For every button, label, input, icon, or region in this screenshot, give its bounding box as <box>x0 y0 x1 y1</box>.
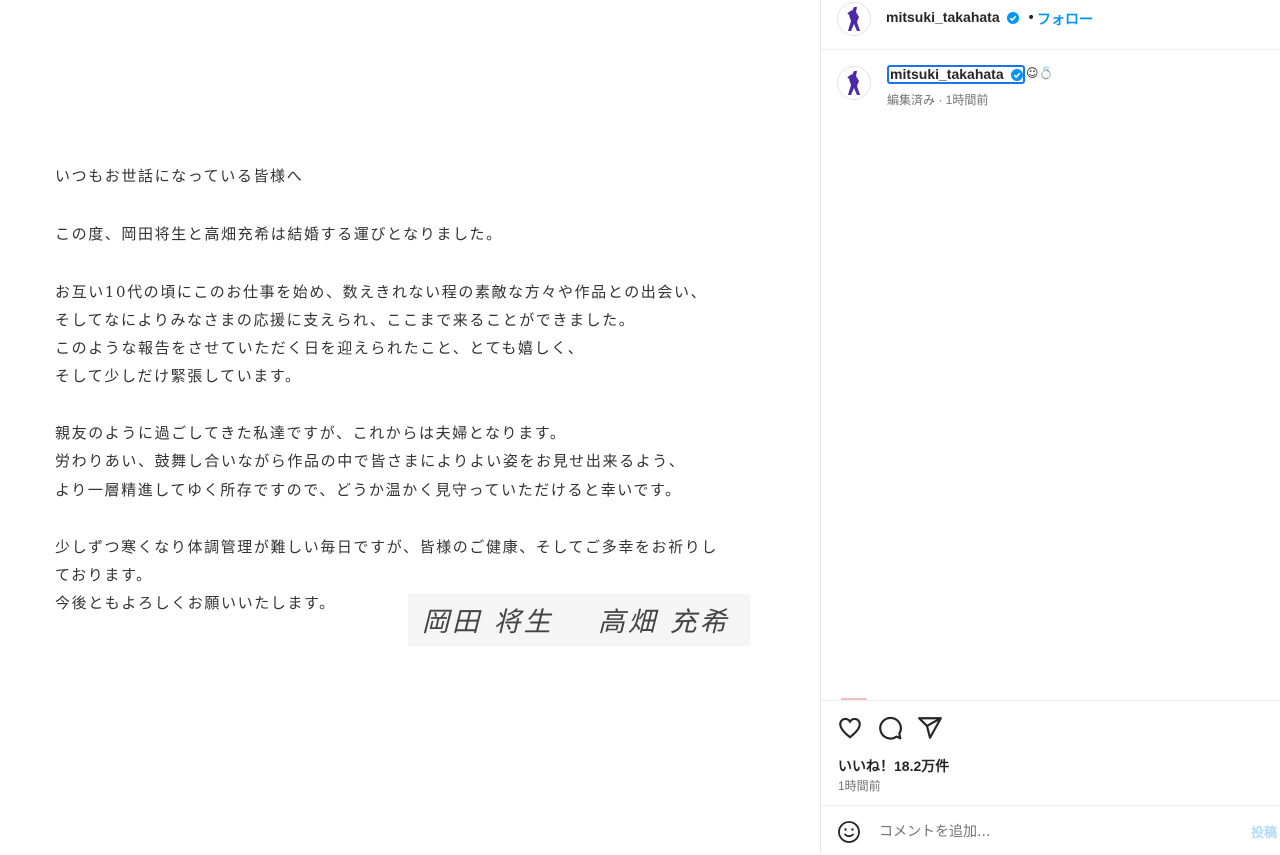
caption-meta: 編集済み · 1時間前 <box>887 93 989 107</box>
post-image: いつもお世話になっている皆様へ この度、岡田将生と高畑充希は結婚する運びとなりま… <box>0 0 820 854</box>
caption-emoji: ☺💍 <box>1026 66 1054 80</box>
header-username[interactable]: mitsuki_takahata <box>886 9 1000 25</box>
avatar-figure-icon <box>847 71 860 95</box>
letter-line: この度、岡田将生と高畑充希は結婚する運びとなりました。 <box>55 225 503 243</box>
like-count[interactable]: いいね！18.2万件 <box>838 756 949 776</box>
letter-line: そしてなによりみなさまの応援に支えられ、ここまで来ることができました。 <box>55 311 636 329</box>
letter-line: 少しずつ寒くなり体調管理が難しい毎日ですが、皆様のご健康、そしてご多幸をお祈りし <box>55 538 718 556</box>
letter-line: いつもお世話になっている皆様へ <box>55 167 304 185</box>
post-header: mitsuki_takahata • フォロー <box>821 0 1280 50</box>
post-side-panel: mitsuki_takahata • フォロー mitsuki_takahata… <box>820 0 1280 854</box>
separator-dot: • <box>1027 10 1036 26</box>
caption-avatar[interactable] <box>837 66 871 100</box>
avatar[interactable] <box>837 2 871 36</box>
heart-icon[interactable] <box>837 715 863 741</box>
emoji-icon[interactable] <box>837 820 861 844</box>
post-comment-button[interactable]: 投稿 <box>1251 822 1277 841</box>
handwritten-signature: 岡田 将生 高畑 充希 <box>408 594 750 646</box>
letter-line: そして少しだけ緊張しています。 <box>55 367 302 385</box>
comment-input[interactable] <box>877 818 1221 846</box>
letter-line: このような報告をさせていただく日を迎えられたこと、とても嬉しく、 <box>55 339 585 357</box>
post-time: 1時間前 <box>838 779 881 793</box>
signature-left: 岡田 将生 <box>422 607 554 638</box>
comment-icon[interactable] <box>877 715 903 741</box>
verified-badge-icon <box>1007 12 1019 24</box>
letter-line: ております。 <box>55 566 153 584</box>
letter-line: お互い10代の頃にこのお仕事を始め、数えきれない程の素敵な方々や作品との出会い、 <box>55 283 708 301</box>
letter-line: 今後ともよろしくお願いいたします。 <box>55 594 336 612</box>
share-icon[interactable] <box>917 715 943 741</box>
letter-line: 親友のように過ごしてきた私達ですが、これからは夫婦となります。 <box>55 424 567 442</box>
avatar-figure-icon <box>847 7 860 31</box>
follow-button[interactable]: フォロー <box>1037 9 1093 29</box>
verified-badge-icon <box>1011 69 1023 81</box>
signature-right: 高畑 充希 <box>598 607 730 638</box>
action-bar: いいね！18.2万件 1時間前 <box>821 700 1280 805</box>
caption-username[interactable]: mitsuki_takahata <box>890 66 1004 82</box>
letter-line: 労わりあい、鼓舞し合いながら作品の中で皆さまによりよい姿をお見せ出来るよう、 <box>55 452 686 470</box>
letter-line: より一層精進してゆく所存ですので、どうか温かく見守っていただけると幸いです。 <box>55 481 682 499</box>
comment-bar: 投稿 <box>821 805 1280 855</box>
